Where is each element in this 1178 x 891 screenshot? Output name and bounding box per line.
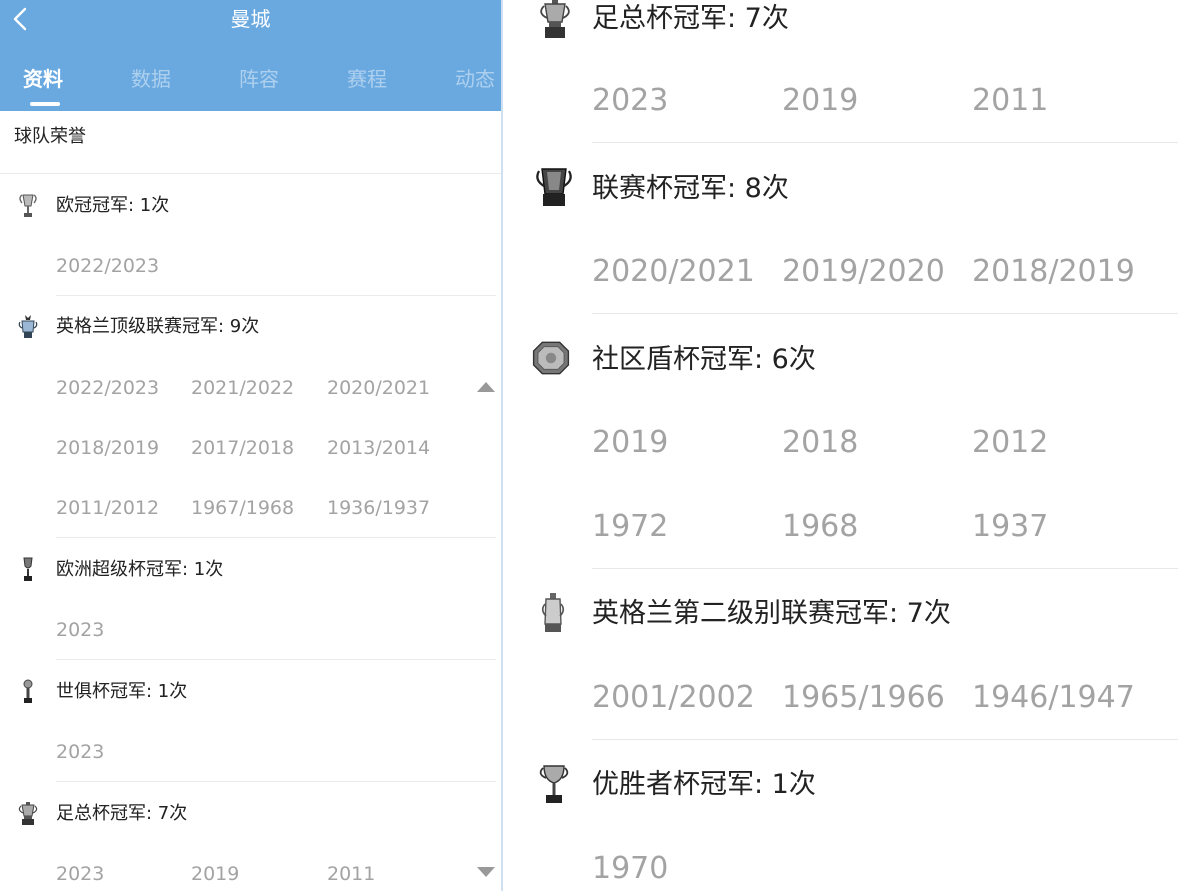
honor-title: 欧洲超级杯冠军: 1次 (56, 559, 224, 580)
honor-title: 世俱杯冠军: 1次 (56, 681, 188, 702)
divider (592, 313, 1178, 314)
community-shield-icon (532, 341, 570, 375)
honor-title: 欧冠冠军: 1次 (56, 195, 170, 216)
honor-title: 社区盾杯冠军: 6次 (592, 344, 816, 375)
honor-year: 1937 (972, 509, 1049, 544)
honor-year: 2019 (782, 83, 859, 118)
fa-cup-trophy-icon (540, 0, 570, 38)
honor-year: 1936/1937 (327, 497, 431, 519)
team-header: 曼城 资料 数据 阵容 赛程 动态 (0, 0, 501, 111)
honor-title: 足总杯冠军: 7次 (592, 3, 789, 34)
honor-year: 2018 (782, 425, 859, 460)
tab-profile[interactable]: 资料 (23, 62, 63, 96)
honor-year: 2013/2014 (327, 437, 431, 459)
champions-league-trophy-icon (19, 194, 37, 217)
section-title: 球队荣誉 (14, 126, 86, 147)
divider (56, 781, 496, 782)
honor-year: 2023 (592, 83, 669, 118)
honor-year: 2023 (56, 741, 105, 763)
team-name: 曼城 (230, 7, 271, 31)
premier-league-trophy-icon (18, 315, 38, 338)
club-world-cup-trophy-icon (23, 679, 33, 703)
honor-year: 2011/2012 (56, 497, 160, 519)
honor-year: 2020/2021 (592, 254, 755, 289)
honor-year: 2020/2021 (327, 377, 431, 399)
second-tier-trophy-icon (541, 593, 565, 632)
tab-bar: 资料 数据 阵容 赛程 动态 (0, 62, 501, 98)
honor-year: 2018/2019 (972, 254, 1135, 289)
cup-winners-cup-trophy-icon (539, 765, 569, 803)
honor-year: 2018/2019 (56, 437, 160, 459)
tab-news[interactable]: 动态 (455, 62, 495, 96)
right-panel: 足总杯冠军: 7次 2023 2019 2011 联赛杯冠军: 8次 2020/… (503, 0, 1178, 891)
honor-year: 1965/1966 (782, 680, 945, 715)
league-cup-trophy-icon (536, 168, 572, 206)
honor-title: 联赛杯冠军: 8次 (592, 173, 789, 204)
honor-year: 2022/2023 (56, 377, 160, 399)
honor-year: 1946/1947 (972, 680, 1135, 715)
tab-fixtures[interactable]: 赛程 (347, 62, 387, 96)
honor-year: 2019/2020 (782, 254, 945, 289)
honor-title: 英格兰第二级别联赛冠军: 7次 (592, 598, 951, 629)
scroll-down-arrow-icon[interactable] (477, 867, 495, 877)
honor-year: 2019 (191, 863, 240, 885)
honor-year: 2001/2002 (592, 680, 755, 715)
honor-year: 2023 (56, 863, 105, 885)
honor-year: 2017/2018 (191, 437, 295, 459)
honor-year: 2022/2023 (56, 255, 160, 277)
honor-title: 英格兰顶级联赛冠军: 9次 (56, 316, 260, 337)
divider (592, 142, 1178, 143)
honor-year: 2012 (972, 425, 1049, 460)
divider (56, 537, 496, 538)
honor-year: 2019 (592, 425, 669, 460)
honor-year: 1970 (592, 851, 669, 886)
super-cup-trophy-icon (23, 557, 33, 581)
divider (592, 739, 1178, 740)
divider (56, 659, 496, 660)
left-panel: 曼城 资料 数据 阵容 赛程 动态 球队荣誉 欧冠冠军: 1次 2022/202… (0, 0, 501, 891)
divider (592, 568, 1178, 569)
active-tab-indicator (30, 102, 60, 106)
honor-year: 1972 (592, 509, 669, 544)
scroll-up-arrow-icon[interactable] (477, 382, 495, 392)
honor-year: 2021/2022 (191, 377, 295, 399)
divider (0, 173, 501, 174)
honor-title: 足总杯冠军: 7次 (56, 803, 188, 824)
tab-squad[interactable]: 阵容 (239, 62, 279, 96)
fa-cup-trophy-icon (18, 802, 38, 825)
honor-year: 1968 (782, 509, 859, 544)
honor-year: 1967/1968 (191, 497, 295, 519)
honor-year: 2011 (327, 863, 376, 885)
divider (56, 295, 496, 296)
honor-title: 优胜者杯冠军: 1次 (592, 769, 816, 800)
honor-year: 2023 (56, 619, 105, 641)
tab-stats[interactable]: 数据 (131, 62, 171, 96)
honor-year: 2011 (972, 83, 1049, 118)
